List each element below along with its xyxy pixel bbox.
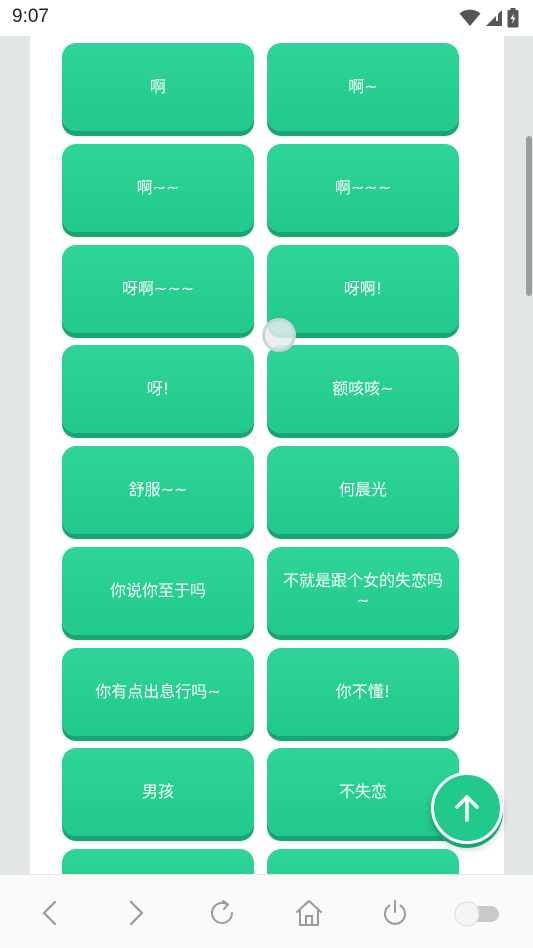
bottom-nav-bar — [0, 874, 533, 948]
arrow-up-icon — [455, 795, 479, 822]
touch-indicator — [262, 318, 296, 352]
sound-button[interactable] — [62, 849, 254, 874]
power-icon — [384, 900, 406, 925]
sound-button[interactable]: 你说你至于吗 — [62, 547, 254, 635]
sound-button[interactable]: 啊 — [62, 43, 254, 131]
sound-button[interactable]: 呀! — [62, 345, 254, 433]
sound-button[interactable]: 不失恋 — [267, 748, 459, 836]
status-icons — [459, 7, 519, 29]
sound-button[interactable]: 何晨光 — [267, 446, 459, 534]
sound-button[interactable]: 呀啊~~~ — [62, 245, 254, 333]
status-bar: 9:07 — [0, 0, 533, 36]
sound-button[interactable]: 啊~~~ — [267, 144, 459, 232]
toggle-switch[interactable] — [452, 895, 502, 931]
sound-button[interactable]: 不就是跟个女的失恋吗~ — [267, 547, 459, 635]
signal-icon — [486, 10, 502, 26]
forward-icon — [129, 900, 144, 926]
refresh-icon — [211, 900, 233, 924]
home-button[interactable] — [291, 895, 327, 931]
power-button[interactable] — [377, 895, 413, 931]
sound-button[interactable]: 呀啊! — [267, 245, 459, 333]
battery-icon — [507, 8, 519, 28]
refresh-button[interactable] — [204, 895, 240, 931]
sound-button[interactable]: 舒服~~ — [62, 446, 254, 534]
sound-button[interactable]: 你有点出息行吗~ — [62, 648, 254, 736]
scrollbar-thumb[interactable] — [526, 136, 532, 296]
sound-button[interactable] — [267, 849, 459, 874]
scroll-to-top-button[interactable] — [431, 772, 503, 844]
home-icon — [296, 900, 322, 926]
sound-button[interactable]: 你不懂! — [267, 648, 459, 736]
forward-button[interactable] — [118, 895, 154, 931]
sound-button[interactable]: 啊~ — [267, 43, 459, 131]
wifi-icon — [459, 9, 481, 26]
sound-board[interactable]: 啊 啊~ 啊~~ 啊~~~ 呀啊~~~ 呀啊! 呀! 额咳咳~ 舒服~~ 何晨光… — [30, 36, 504, 874]
status-time: 9:07 — [12, 6, 49, 27]
toggle-switch-icon — [454, 901, 499, 927]
back-button[interactable] — [32, 895, 68, 931]
sound-button[interactable]: 额咳咳~ — [267, 345, 459, 433]
sound-button[interactable]: 男孩 — [62, 748, 254, 836]
sound-button[interactable]: 啊~~ — [62, 144, 254, 232]
back-icon — [42, 900, 57, 926]
